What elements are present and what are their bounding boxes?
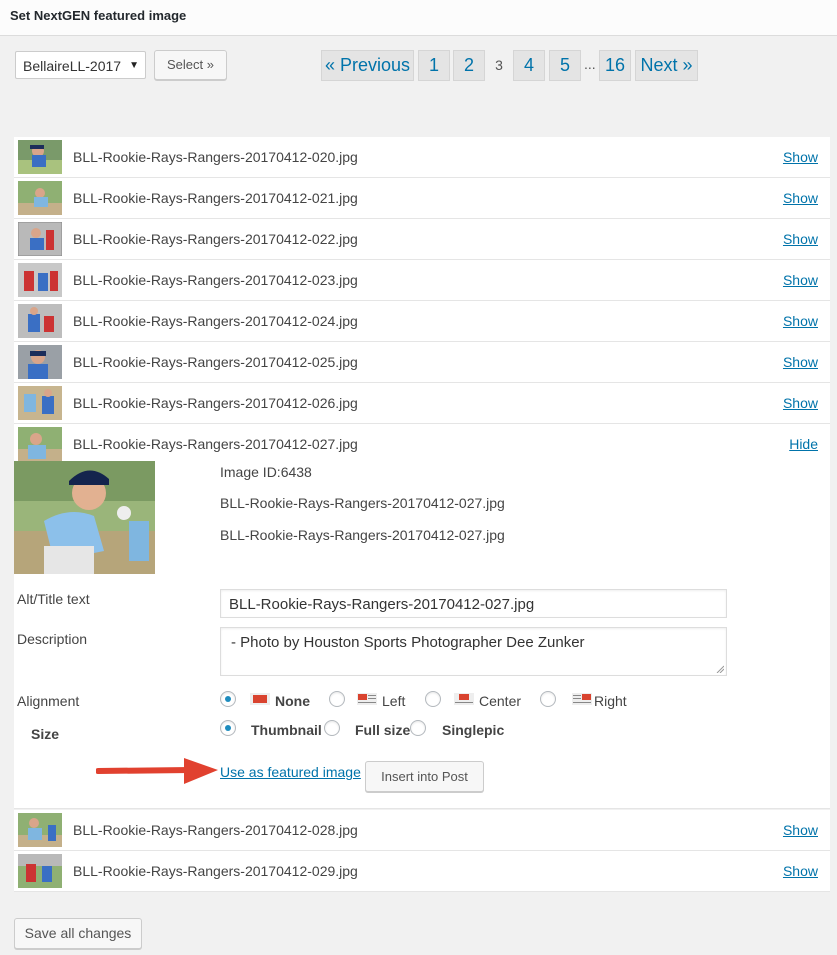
image-filename: BLL-Rookie-Rays-Rangers-20170412-029.jpg — [73, 863, 358, 879]
image-preview — [14, 461, 155, 574]
size-thumbnail-label: Thumbnail — [251, 722, 322, 738]
show-toggle-link[interactable]: Show — [783, 149, 818, 165]
image-row: BLL-Rookie-Rays-Rangers-20170412-021.jpg… — [14, 178, 830, 219]
show-toggle-link[interactable]: Show — [783, 822, 818, 838]
pagination-page-5[interactable]: 5 — [549, 50, 581, 81]
red-arrow-annotation-icon — [96, 758, 218, 784]
image-filename: BLL-Rookie-Rays-Rangers-20170412-028.jpg — [73, 822, 358, 838]
modal-title: Set NextGEN featured image — [10, 8, 187, 23]
image-filename: BLL-Rookie-Rays-Rangers-20170412-027.jpg — [73, 436, 358, 452]
size-label: Size — [31, 726, 60, 742]
align-right-icon — [572, 693, 592, 705]
image-row: BLL-Rookie-Rays-Rangers-20170412-025.jpg… — [14, 342, 830, 383]
size-full-label: Full size — [355, 722, 411, 738]
save-all-changes-button[interactable]: Save all changes — [14, 918, 142, 949]
alt-title-label: Alt/Title text — [17, 591, 90, 607]
image-filename-detail-2: BLL-Rookie-Rays-Rangers-20170412-027.jpg — [220, 527, 505, 543]
size-singlepic-label: Singlepic — [442, 722, 505, 738]
pagination-ellipsis: ... — [584, 56, 596, 72]
description-textarea[interactable]: - Photo by Houston Sports Photographer D… — [220, 627, 727, 676]
image-thumbnail — [18, 386, 62, 420]
size-singlepic-radio[interactable] — [410, 720, 426, 736]
align-left-label: Left — [382, 693, 406, 709]
image-row: BLL-Rookie-Rays-Rangers-20170412-026.jpg… — [14, 383, 830, 424]
insert-into-post-button[interactable]: Insert into Post — [365, 761, 484, 792]
image-thumbnail — [18, 427, 62, 461]
image-filename: BLL-Rookie-Rays-Rangers-20170412-022.jpg — [73, 231, 358, 247]
image-row-selected: BLL-Rookie-Rays-Rangers-20170412-027.jpg… — [14, 424, 830, 461]
pagination-next[interactable]: Next » — [635, 50, 698, 81]
align-center-label: Center — [479, 693, 522, 709]
image-id-label: Image ID:6438 — [220, 464, 312, 480]
image-filename: BLL-Rookie-Rays-Rangers-20170412-023.jpg — [73, 272, 358, 288]
align-none-radio[interactable] — [220, 691, 236, 707]
show-toggle-link[interactable]: Show — [783, 190, 818, 206]
pagination-previous[interactable]: « Previous — [321, 50, 414, 81]
image-row: BLL-Rookie-Rays-Rangers-20170412-024.jpg… — [14, 301, 830, 342]
pagination-page-2[interactable]: 2 — [453, 50, 485, 81]
image-filename: BLL-Rookie-Rays-Rangers-20170412-024.jpg — [73, 313, 358, 329]
description-label: Description — [17, 631, 88, 647]
align-left-icon — [357, 693, 377, 705]
show-toggle-link[interactable]: Show — [783, 863, 818, 879]
alt-title-input[interactable]: BLL-Rookie-Rays-Rangers-20170412-027.jpg — [220, 589, 727, 618]
image-filename: BLL-Rookie-Rays-Rangers-20170412-026.jpg — [73, 395, 358, 411]
size-thumbnail-radio[interactable] — [220, 720, 236, 736]
show-toggle-link[interactable]: Show — [783, 313, 818, 329]
align-none-icon — [250, 693, 270, 705]
image-thumbnail — [18, 181, 62, 215]
image-filename: BLL-Rookie-Rays-Rangers-20170412-025.jpg — [73, 354, 358, 370]
align-center-radio[interactable] — [425, 691, 441, 707]
image-row: BLL-Rookie-Rays-Rangers-20170412-023.jpg… — [14, 260, 830, 301]
show-toggle-link[interactable]: Show — [783, 231, 818, 247]
align-right-radio[interactable] — [540, 691, 556, 707]
alt-title-value: BLL-Rookie-Rays-Rangers-20170412-027.jpg — [229, 596, 535, 613]
pagination-current-page: 3 — [495, 57, 503, 73]
gallery-dropdown-value: BellaireLL-2017 — [23, 58, 122, 74]
image-filename-detail: BLL-Rookie-Rays-Rangers-20170412-027.jpg — [220, 495, 505, 511]
dropdown-arrow-icon: ▼ — [129, 60, 139, 71]
image-thumbnail — [18, 813, 62, 847]
modal-title-bar: Set NextGEN featured image — [0, 0, 837, 36]
gallery-dropdown[interactable]: BellaireLL-2017 ▼ — [15, 51, 146, 79]
use-as-featured-image-link[interactable]: Use as featured image — [220, 764, 361, 780]
show-toggle-link[interactable]: Show — [783, 395, 818, 411]
image-thumbnail — [18, 140, 62, 174]
show-toggle-link[interactable]: Show — [783, 354, 818, 370]
select-gallery-button[interactable]: Select » — [154, 50, 227, 80]
align-left-radio[interactable] — [329, 691, 345, 707]
align-right-label: Right — [594, 693, 627, 709]
image-thumbnail — [18, 222, 62, 256]
size-full-radio[interactable] — [324, 720, 340, 736]
show-toggle-link[interactable]: Show — [783, 272, 818, 288]
alignment-label: Alignment — [17, 693, 80, 709]
hide-toggle-link[interactable]: Hide — [789, 436, 818, 452]
image-thumbnail — [18, 304, 62, 338]
image-detail-panel: Image ID:6438 BLL-Rookie-Rays-Rangers-20… — [14, 461, 830, 809]
resize-grip-icon — [716, 665, 724, 673]
image-thumbnail — [18, 263, 62, 297]
image-thumbnail — [18, 345, 62, 379]
image-row: BLL-Rookie-Rays-Rangers-20170412-029.jpg… — [14, 851, 830, 892]
pagination-page-4[interactable]: 4 — [513, 50, 545, 81]
align-center-icon — [454, 693, 474, 705]
image-row: BLL-Rookie-Rays-Rangers-20170412-020.jpg… — [14, 137, 830, 178]
image-filename: BLL-Rookie-Rays-Rangers-20170412-020.jpg — [73, 149, 358, 165]
description-value: - Photo by Houston Sports Photographer D… — [231, 634, 585, 651]
image-row: BLL-Rookie-Rays-Rangers-20170412-022.jpg… — [14, 219, 830, 260]
pagination-page-1[interactable]: 1 — [418, 50, 450, 81]
image-row: BLL-Rookie-Rays-Rangers-20170412-028.jpg… — [14, 810, 830, 851]
pagination-page-16[interactable]: 16 — [599, 50, 631, 81]
image-filename: BLL-Rookie-Rays-Rangers-20170412-021.jpg — [73, 190, 358, 206]
align-none-label: None — [275, 693, 310, 709]
image-thumbnail — [18, 854, 62, 888]
